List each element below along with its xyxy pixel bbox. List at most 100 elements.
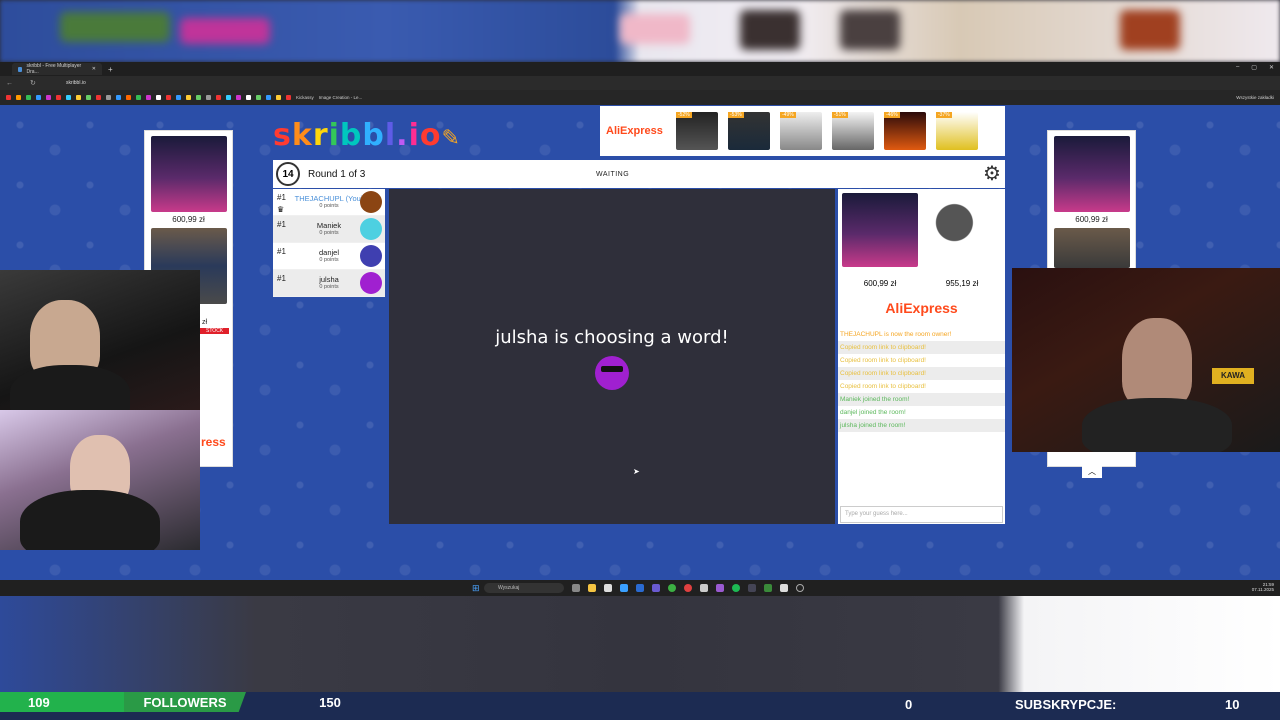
bookmark-icon[interactable] xyxy=(126,95,131,100)
webcam-streamer-2 xyxy=(0,410,200,550)
bookmark-icon[interactable] xyxy=(56,95,61,100)
banner-product-thumb[interactable]: -52% xyxy=(676,112,718,150)
bookmark-icon[interactable] xyxy=(26,95,31,100)
bookmark-icon[interactable] xyxy=(226,95,231,100)
chat-panel: 600,99 zł 955,19 zł AliExpress THEJACHUP… xyxy=(838,189,1005,524)
skribbl-logo[interactable]: skribbl.io✎ xyxy=(273,118,461,153)
xbox-icon[interactable] xyxy=(764,584,772,592)
tab-close-icon[interactable]: ✕ xyxy=(92,66,96,72)
bookmark-icon[interactable] xyxy=(106,95,111,100)
banner-product-thumb[interactable]: -46% xyxy=(884,112,926,150)
bookmark-icon[interactable] xyxy=(276,95,281,100)
player-avatar xyxy=(360,191,382,213)
obs-icon[interactable] xyxy=(796,584,804,592)
bookmark-icon[interactable] xyxy=(186,95,191,100)
taskbar-app-icon[interactable] xyxy=(604,584,612,592)
taskbar-app-icon[interactable] xyxy=(780,584,788,592)
blurred-backdrop-top xyxy=(0,0,1280,62)
webcam-streamer-1 xyxy=(0,270,200,410)
bookmark-icon[interactable] xyxy=(176,95,181,100)
chat-message: Copied room link to clipboard! xyxy=(840,357,926,364)
chat-message: THEJACHUPL is now the room owner! xyxy=(840,331,952,338)
banner-product-thumb[interactable]: -49% xyxy=(780,112,822,150)
bookmark-icon[interactable] xyxy=(286,95,291,100)
chat-ad[interactable]: 600,99 zł 955,19 zł xyxy=(838,189,1005,292)
bookmark-icon[interactable] xyxy=(116,95,121,100)
ad-product[interactable] xyxy=(1048,228,1135,268)
close-window-icon[interactable]: ✕ xyxy=(1269,64,1274,71)
bookmarks-all-label[interactable]: Wszystkie zakładki xyxy=(1236,95,1274,100)
url-field[interactable]: skribbl.io xyxy=(66,80,86,86)
bookmark-icon[interactable] xyxy=(206,95,211,100)
banner-product-thumb[interactable]: -37% xyxy=(936,112,978,150)
bookmark-icon[interactable] xyxy=(66,95,71,100)
bookmark-icon[interactable] xyxy=(6,95,11,100)
bookmark-icon[interactable] xyxy=(146,95,151,100)
bookmark-icon[interactable] xyxy=(156,95,161,100)
bookmark-label[interactable]: Kickassy xyxy=(296,95,314,100)
ad-product[interactable]: 600,99 zł xyxy=(145,131,232,224)
banner-product-thumb[interactable]: -51% xyxy=(832,112,874,150)
ad-price: 955,19 zł xyxy=(945,279,979,288)
player-row[interactable]: #1 Maniek 0 points xyxy=(273,216,385,243)
player-row[interactable]: #1 danjel 0 points xyxy=(273,243,385,270)
player-rank: #1 xyxy=(277,220,286,229)
folder-icon[interactable] xyxy=(588,584,596,592)
bookmark-icon[interactable] xyxy=(96,95,101,100)
ad-product[interactable]: 600,99 zł xyxy=(1048,131,1135,224)
followers-label: FOLLOWERS xyxy=(124,692,246,712)
ad-product[interactable]: 955,19 zł xyxy=(924,193,1000,288)
bookmark-icon[interactable] xyxy=(166,95,171,100)
drawing-canvas[interactable]: julsha is choosing a word! xyxy=(389,189,835,524)
player-points: 0 points xyxy=(319,203,339,209)
bookmark-icon[interactable] xyxy=(16,95,21,100)
taskbar-app-icon[interactable] xyxy=(636,584,644,592)
ad-product-image xyxy=(150,136,227,212)
reload-icon[interactable]: ↻ xyxy=(30,79,36,87)
bookmark-label[interactable]: Image Creation - Le... xyxy=(319,95,363,100)
bookmark-icon[interactable] xyxy=(236,95,241,100)
taskbar-app-icon[interactable] xyxy=(700,584,708,592)
stream-goals-bar: 109 FOLLOWERS 150 0 SUBSKRYPCJE: 10 xyxy=(0,692,1280,720)
taskbar-app-icon[interactable] xyxy=(572,584,580,592)
player-row[interactable]: #1 julsha 0 points xyxy=(273,270,385,297)
start-icon[interactable]: ⊞ xyxy=(472,583,480,594)
bookmark-icon[interactable] xyxy=(36,95,41,100)
bookmark-icon[interactable] xyxy=(266,95,271,100)
subs-label: SUBSKRYPCJE: xyxy=(1015,696,1117,712)
bookmark-icon[interactable] xyxy=(76,95,81,100)
chat-ad-brand[interactable]: AliExpress xyxy=(838,300,1005,316)
stream-frame: skribbl - Free Multiplayer Dra... ✕ + – … xyxy=(0,0,1280,720)
taskbar-clock[interactable]: 21:59 07.11.2025 xyxy=(1252,582,1274,592)
steam-icon[interactable] xyxy=(748,584,756,592)
bookmark-icon[interactable] xyxy=(196,95,201,100)
taskbar-app-icon[interactable] xyxy=(684,584,692,592)
spotify-icon[interactable] xyxy=(732,584,740,592)
bookmark-icon[interactable] xyxy=(86,95,91,100)
taskbar-search[interactable]: Wyszukaj xyxy=(484,583,564,593)
bookmark-icon[interactable] xyxy=(216,95,221,100)
maximize-icon[interactable]: ▢ xyxy=(1251,64,1257,71)
taskbar-app-icon[interactable] xyxy=(652,584,660,592)
chat-message: Copied room link to clipboard! xyxy=(838,367,1005,380)
browser-tab[interactable]: skribbl - Free Multiplayer Dra... ✕ xyxy=(12,63,102,75)
banner-product-thumb[interactable]: -53% xyxy=(728,112,770,150)
chrome-icon[interactable] xyxy=(668,584,676,592)
settings-gear-icon[interactable]: ⚙ xyxy=(981,163,1003,185)
top-ad-banner[interactable]: AliExpress -52% -53% -49% -51% -46% -37% xyxy=(600,106,1005,156)
ad-product[interactable]: 600,99 zł xyxy=(842,193,918,288)
taskbar-app-icon[interactable] xyxy=(620,584,628,592)
ad-product-image xyxy=(1053,136,1130,212)
new-tab-button[interactable]: + xyxy=(108,65,113,74)
guess-input[interactable]: Type your guess here... xyxy=(840,506,1003,523)
player-name: THEJACHUPL (You) xyxy=(294,194,364,203)
minimize-icon[interactable]: – xyxy=(1236,64,1239,71)
bookmark-icon[interactable] xyxy=(256,95,261,100)
bookmark-icon[interactable] xyxy=(46,95,51,100)
back-icon[interactable]: ← xyxy=(6,80,13,87)
player-row[interactable]: #1 ♛ THEJACHUPL (You) 0 points xyxy=(273,189,385,216)
bookmark-icon[interactable] xyxy=(136,95,141,100)
taskbar-app-icon[interactable] xyxy=(716,584,724,592)
bookmark-icon[interactable] xyxy=(246,95,251,100)
scroll-up-button[interactable]: ︿ xyxy=(1082,466,1102,478)
